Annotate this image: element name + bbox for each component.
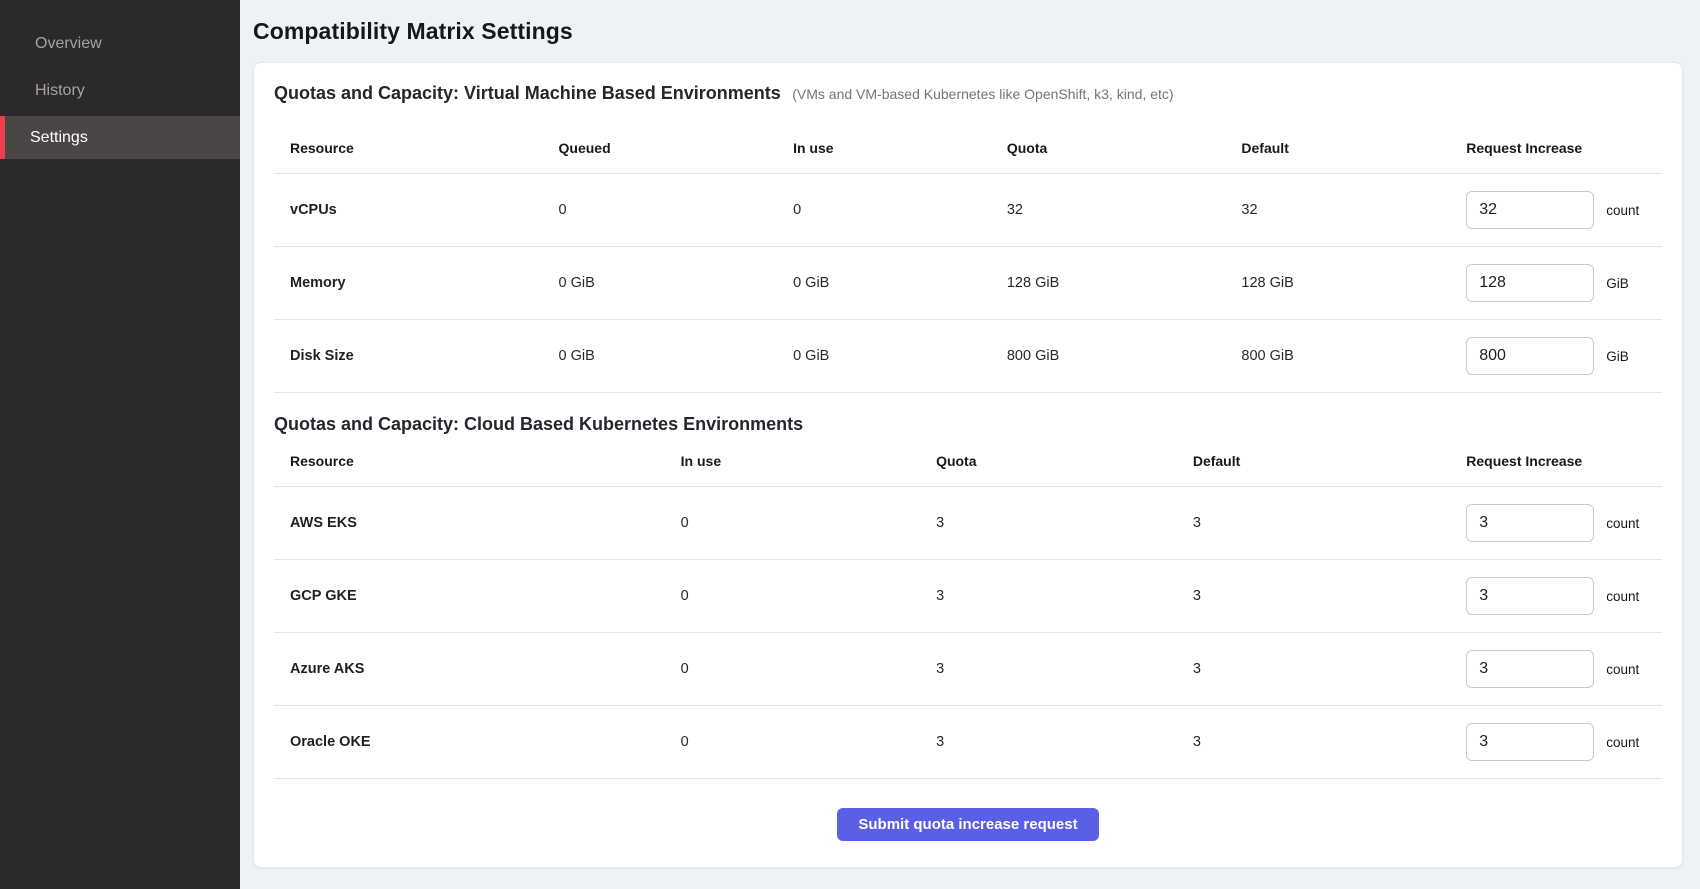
default-cell: 3 <box>1193 515 1466 531</box>
request-increase-cell: count <box>1466 504 1662 542</box>
quota-cell: 3 <box>936 734 1193 750</box>
default-cell: 3 <box>1193 734 1466 750</box>
request-increase-cell: count <box>1466 723 1662 761</box>
unit-label: count <box>1606 662 1639 677</box>
queued-cell: 0 GiB <box>559 275 794 291</box>
vm-section-header: Quotas and Capacity: Virtual Machine Bas… <box>274 83 1662 104</box>
queued-cell: 0 GiB <box>559 348 794 364</box>
column-header-default: Default <box>1193 453 1466 469</box>
vm-section-title: Quotas and Capacity: Virtual Machine Bas… <box>274 83 781 103</box>
quota-settings-card: Quotas and Capacity: Virtual Machine Bas… <box>253 62 1683 868</box>
vm-table-header-row: Resource Queued In use Quota Default Req… <box>274 122 1662 174</box>
sidebar-item-history[interactable]: History <box>0 69 240 112</box>
request-increase-cell: GiB <box>1466 264 1662 302</box>
default-cell: 3 <box>1193 661 1466 677</box>
request-increase-cell: count <box>1466 577 1662 615</box>
default-cell: 800 GiB <box>1241 348 1466 364</box>
quota-cell: 3 <box>936 515 1193 531</box>
table-row: vCPUs 0 0 32 32 count <box>274 174 1662 247</box>
unit-label: count <box>1606 589 1639 604</box>
submit-quota-increase-button[interactable]: Submit quota increase request <box>837 808 1098 841</box>
resource-name-cell: AWS EKS <box>274 515 681 531</box>
request-increase-input[interactable] <box>1466 264 1594 302</box>
table-row: Memory 0 GiB 0 GiB 128 GiB 128 GiB GiB <box>274 247 1662 320</box>
resource-name-cell: Oracle OKE <box>274 734 681 750</box>
sidebar-item-label: Overview <box>35 35 102 53</box>
card-footer: Submit quota increase request <box>274 779 1662 841</box>
request-increase-input[interactable] <box>1466 723 1594 761</box>
sidebar-item-overview[interactable]: Overview <box>0 22 240 65</box>
column-header-resource: Resource <box>274 140 559 156</box>
table-row: GCP GKE 0 3 3 count <box>274 560 1662 633</box>
resource-name-cell: Disk Size <box>274 348 559 364</box>
column-header-quota: Quota <box>936 453 1193 469</box>
column-header-in-use: In use <box>681 453 936 469</box>
quota-cell: 800 GiB <box>1007 348 1242 364</box>
table-row: AWS EKS 0 3 3 count <box>274 487 1662 560</box>
vm-section-subtitle: (VMs and VM-based Kubernetes like OpenSh… <box>792 86 1173 102</box>
in-use-cell: 0 <box>681 734 936 750</box>
column-header-resource: Resource <box>274 453 681 469</box>
cloud-section-header: Quotas and Capacity: Cloud Based Kuberne… <box>274 414 1662 435</box>
unit-label: count <box>1606 203 1639 218</box>
in-use-cell: 0 <box>681 661 936 677</box>
unit-label: count <box>1606 516 1639 531</box>
in-use-cell: 0 <box>681 515 936 531</box>
column-header-quota: Quota <box>1007 140 1242 156</box>
in-use-cell: 0 GiB <box>793 348 1007 364</box>
quota-cell: 3 <box>936 588 1193 604</box>
column-header-request-increase: Request Increase <box>1466 140 1662 156</box>
quota-cell: 128 GiB <box>1007 275 1242 291</box>
sidebar-item-settings[interactable]: Settings <box>0 116 240 159</box>
cloud-table-header-row: Resource In use Quota Default Request In… <box>274 435 1662 487</box>
vm-quota-table: Resource Queued In use Quota Default Req… <box>274 122 1662 393</box>
unit-label: count <box>1606 735 1639 750</box>
request-increase-input[interactable] <box>1466 577 1594 615</box>
column-header-in-use: In use <box>793 140 1007 156</box>
cloud-quota-table: Resource In use Quota Default Request In… <box>274 435 1662 779</box>
default-cell: 32 <box>1241 202 1466 218</box>
quota-cell: 32 <box>1007 202 1242 218</box>
resource-name-cell: vCPUs <box>274 202 559 218</box>
unit-label: GiB <box>1606 276 1629 291</box>
table-row: Azure AKS 0 3 3 count <box>274 633 1662 706</box>
in-use-cell: 0 GiB <box>793 275 1007 291</box>
in-use-cell: 0 <box>793 202 1007 218</box>
request-increase-cell: count <box>1466 650 1662 688</box>
column-header-request-increase: Request Increase <box>1466 453 1662 469</box>
column-header-queued: Queued <box>559 140 794 156</box>
unit-label: GiB <box>1606 349 1629 364</box>
resource-name-cell: Memory <box>274 275 559 291</box>
quota-cell: 3 <box>936 661 1193 677</box>
request-increase-input[interactable] <box>1466 337 1594 375</box>
in-use-cell: 0 <box>681 588 936 604</box>
request-increase-cell: GiB <box>1466 337 1662 375</box>
sidebar: Overview History Settings <box>0 0 240 889</box>
column-header-default: Default <box>1241 140 1466 156</box>
resource-name-cell: GCP GKE <box>274 588 681 604</box>
sidebar-item-label: Settings <box>30 129 88 147</box>
queued-cell: 0 <box>559 202 794 218</box>
request-increase-input[interactable] <box>1466 191 1594 229</box>
table-row: Oracle OKE 0 3 3 count <box>274 706 1662 779</box>
request-increase-input[interactable] <box>1466 504 1594 542</box>
default-cell: 128 GiB <box>1241 275 1466 291</box>
request-increase-cell: count <box>1466 191 1662 229</box>
table-row: Disk Size 0 GiB 0 GiB 800 GiB 800 GiB Gi… <box>274 320 1662 393</box>
sidebar-item-label: History <box>35 82 85 100</box>
page-title: Compatibility Matrix Settings <box>253 18 1683 45</box>
resource-name-cell: Azure AKS <box>274 661 681 677</box>
main-content: Compatibility Matrix Settings Quotas and… <box>240 0 1700 889</box>
request-increase-input[interactable] <box>1466 650 1594 688</box>
cloud-section-title: Quotas and Capacity: Cloud Based Kuberne… <box>274 414 803 434</box>
default-cell: 3 <box>1193 588 1466 604</box>
